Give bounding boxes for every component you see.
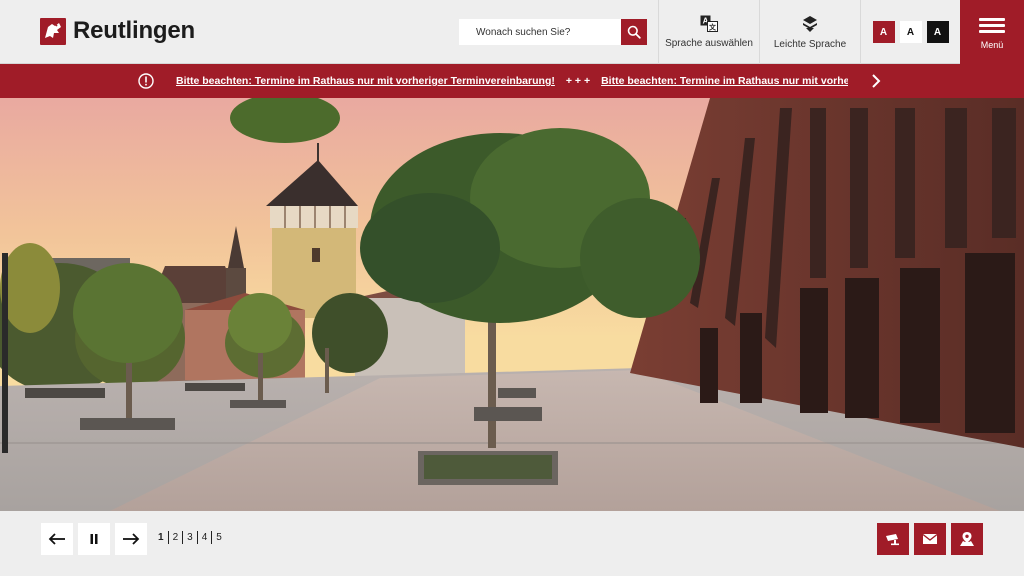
search-button[interactable] bbox=[621, 19, 647, 45]
menu-label: Menü bbox=[980, 39, 1004, 50]
easy-language-label: Leichte Sprache bbox=[773, 38, 847, 50]
font-size-black-button[interactable]: A bbox=[926, 21, 949, 43]
city-map-button[interactable] bbox=[951, 523, 983, 555]
font-size-red-button[interactable]: A bbox=[872, 21, 895, 43]
webcam-button[interactable] bbox=[877, 523, 909, 555]
translate-icon: A 文 bbox=[700, 15, 718, 32]
slider-pause-button[interactable] bbox=[78, 523, 110, 555]
pause-icon bbox=[90, 534, 98, 544]
notice-bar: Bitte beachten: Termine im Rathaus nur m… bbox=[0, 64, 1024, 98]
arrow-right-icon bbox=[123, 533, 140, 545]
hamburger-icon bbox=[979, 15, 1005, 36]
slider-next-button[interactable] bbox=[115, 523, 147, 555]
chevron-right-icon[interactable] bbox=[868, 73, 884, 89]
notice-ticker: Bitte beachten: Termine im Rathaus nur m… bbox=[176, 64, 848, 98]
hero-image bbox=[0, 98, 1024, 511]
slider-page-2[interactable]: 2 bbox=[169, 532, 183, 543]
font-size-controls: A A A bbox=[860, 0, 960, 64]
arrow-left-icon bbox=[48, 533, 65, 545]
notice-link[interactable]: Bitte beachten: Termine im Rathaus nur m… bbox=[176, 75, 555, 87]
site-logo[interactable]: Reutlingen bbox=[40, 17, 195, 45]
site-name: Reutlingen bbox=[73, 17, 195, 44]
easy-language-icon bbox=[803, 15, 817, 32]
site-header: Reutlingen A 文 Sprache auswählen Leichte… bbox=[0, 0, 1024, 64]
webcam-icon bbox=[886, 534, 899, 546]
eagle-logo-icon bbox=[40, 17, 66, 45]
language-select-button[interactable]: A 文 Sprache auswählen bbox=[658, 0, 759, 64]
slider-prev-button[interactable] bbox=[41, 523, 73, 555]
slider-page-1[interactable]: 1 bbox=[158, 532, 168, 543]
search-form bbox=[459, 19, 647, 45]
slider-page-4[interactable]: 4 bbox=[198, 532, 212, 543]
svg-text:文: 文 bbox=[709, 23, 717, 32]
notice-separator: + + + bbox=[565, 75, 591, 87]
slider-pagination: 1 2 3 4 5 bbox=[158, 531, 226, 544]
mail-icon bbox=[922, 533, 938, 544]
slider-page-5[interactable]: 5 bbox=[212, 532, 226, 543]
map-pin-icon bbox=[960, 532, 974, 546]
font-size-white-button[interactable]: A bbox=[899, 21, 922, 43]
contact-mail-button[interactable] bbox=[914, 523, 946, 555]
notice-link-repeat[interactable]: Bitte beachten: Termine im Rathaus nur m… bbox=[601, 75, 848, 87]
slider-controls-bar: 1 2 3 4 5 bbox=[0, 511, 1024, 576]
alert-icon bbox=[138, 73, 154, 89]
search-input[interactable] bbox=[459, 19, 621, 45]
language-select-label: Sprache auswählen bbox=[665, 38, 753, 49]
menu-button[interactable]: Menü bbox=[960, 0, 1024, 64]
slider-page-3[interactable]: 3 bbox=[183, 532, 197, 543]
easy-language-button[interactable]: Leichte Sprache bbox=[759, 0, 860, 64]
search-icon bbox=[627, 25, 641, 39]
